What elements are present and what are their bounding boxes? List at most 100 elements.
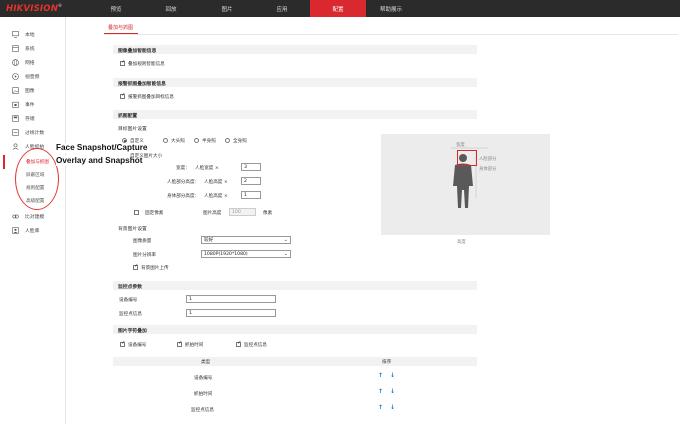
top-bar: HIKVISION® 预览 回放 图片 应用 配置 帮助展示 [0, 0, 680, 17]
sidebar-item-comparison-modeling[interactable]: 比对建模 [12, 211, 44, 222]
overlay-rule-info-checkbox[interactable] [120, 59, 125, 66]
preview-caption-body: 身体部分 [479, 167, 497, 172]
sidebar-item-local[interactable]: 本地 [12, 29, 35, 40]
body-part-height-label: 身体部分高度: [167, 194, 197, 199]
background-upload-checkbox[interactable] [133, 263, 138, 270]
text-device-number-label: 设备编号 [128, 343, 147, 348]
nav-configuration[interactable]: 配置 [310, 0, 366, 17]
image-quality-label: 图像质量 [133, 239, 152, 244]
monitor-info-input[interactable]: 1 [186, 309, 276, 317]
calendar-icon [12, 101, 19, 108]
section-title-overlay: 图像叠加智能信息 [118, 49, 157, 54]
face-icon [12, 143, 19, 150]
move-down-arrow-icon[interactable]: ↓ [390, 404, 395, 411]
face-width-label: 人脸宽度 × [195, 166, 219, 171]
section-title-snapshot: 抓图配置 [118, 114, 138, 119]
move-up-arrow-icon[interactable]: ↑ [378, 404, 383, 411]
face-region-box [457, 150, 477, 166]
face-height-label: 人脸高度 × [204, 180, 228, 185]
section-band-alarm [113, 78, 477, 87]
face-width-input[interactable]: 3 [241, 163, 261, 171]
subsection-background-picture: 背景图片设置 [118, 227, 147, 232]
alarm-target-info-checkbox[interactable] [120, 92, 125, 99]
move-up-arrow-icon[interactable]: ↑ [378, 388, 383, 395]
chevron-down-icon: ⌄ [283, 250, 288, 257]
radio-half-body-label: 半身照 [202, 139, 216, 144]
image-quality-select[interactable]: 较好 ⌄ [201, 236, 291, 244]
table-row-type: 监控点信息 [191, 408, 214, 413]
system-icon [12, 45, 19, 52]
sidebar-item-network[interactable]: 网络 [12, 57, 35, 68]
device-number-input[interactable]: 1 [186, 295, 276, 303]
sidebar-item-storage[interactable]: 存储 [12, 113, 35, 124]
storage-icon [12, 115, 19, 122]
sidebar-item-image[interactable]: 图像 [12, 85, 35, 96]
move-down-arrow-icon[interactable]: ↓ [390, 388, 395, 395]
table-row-type: 抓拍时间 [194, 392, 213, 397]
resolution-select[interactable]: 1080P(1920*1080) ⌄ [201, 250, 291, 258]
subsection-target-picture: 目标图片设置 [118, 127, 147, 132]
text-capture-time-label: 抓拍时间 [185, 343, 204, 348]
section-title-text-overlay: 图片字符叠加 [118, 329, 147, 334]
section-title-monitor: 监控点参数 [118, 285, 142, 290]
text-monitor-info-label: 监控点信息 [244, 343, 267, 348]
section-band-text-overlay [113, 325, 477, 334]
person-icon [12, 227, 19, 234]
annotation-highlight-ellipse [15, 148, 59, 210]
sidebar-item-video-audio[interactable]: 视音频 [12, 71, 39, 82]
background-upload-label: 背景图片上传 [141, 266, 169, 271]
text-capture-time-checkbox[interactable] [177, 340, 182, 347]
section-band-monitor [113, 281, 477, 290]
move-down-arrow-icon[interactable]: ↓ [390, 372, 395, 379]
counter-icon [12, 129, 19, 136]
text-device-number-checkbox[interactable] [120, 340, 125, 347]
tab-overlay-snapshot[interactable]: 叠加与抓图 [108, 24, 133, 31]
sidebar-item-event[interactable]: 事件 [12, 99, 35, 110]
tab-divider [104, 34, 678, 35]
picture-height-label: 图片高度 [203, 211, 222, 216]
radio-custom-label: 自定义 [130, 139, 144, 144]
face-part-height-label: 人脸部分高度: [167, 180, 197, 185]
preview-caption-face: 人脸部分 [479, 157, 497, 162]
sidebar-item-face-library[interactable]: 人脸库 [12, 225, 39, 236]
nav-help[interactable]: 帮助展示 [366, 0, 416, 17]
image-icon [12, 87, 19, 94]
chevron-down-icon: ⌄ [283, 236, 288, 243]
sidebar-item-system[interactable]: 系统 [12, 43, 35, 54]
radio-headshot[interactable] [163, 138, 168, 143]
radio-half-body[interactable] [194, 138, 199, 143]
model-icon [12, 213, 19, 220]
move-up-arrow-icon[interactable]: ↑ [378, 372, 383, 379]
radio-full-body[interactable] [225, 138, 230, 143]
text-monitor-info-checkbox[interactable] [236, 340, 241, 347]
video-icon [12, 73, 19, 80]
overlay-rule-info-label: 叠加规则智能信息 [128, 62, 165, 67]
fixed-pixel-label: 固定像素 [145, 211, 164, 216]
sidebar-item-line-counting[interactable]: 过线计数 [12, 127, 44, 138]
annotation-face-snapshot: Face Snapshot/Capture [56, 143, 148, 153]
radio-custom[interactable] [122, 138, 127, 143]
preview-caption-width: 宽度 [456, 143, 465, 148]
width-label: 宽度： [176, 166, 190, 171]
globe-icon [12, 59, 19, 66]
nav-picture[interactable]: 图片 [200, 0, 254, 17]
nav-playback[interactable]: 回放 [142, 0, 200, 17]
body-height-input[interactable]: 1 [241, 191, 261, 199]
active-item-marker [3, 155, 5, 169]
nav-application[interactable]: 应用 [254, 0, 310, 17]
section-band-snapshot [113, 110, 477, 119]
radio-headshot-label: 大头照 [171, 139, 185, 144]
section-band-overlay [113, 45, 477, 54]
picture-height-input[interactable]: 100 [229, 208, 256, 216]
table-header-type: 类型 [201, 360, 211, 365]
face-height-input[interactable]: 2 [241, 177, 261, 185]
table-header [113, 357, 477, 366]
fixed-pixel-checkbox[interactable] [134, 210, 139, 215]
table-header-sort: 排序 [382, 360, 392, 365]
alarm-target-info-label: 报警抓图叠加目标信息 [128, 95, 174, 100]
nav-preview[interactable]: 预览 [90, 0, 142, 17]
preview-caption-height: 高度 [457, 240, 466, 245]
device-number-label: 设备编号 [119, 298, 138, 303]
resolution-label: 图片分辨率 [133, 253, 156, 258]
custom-size-label: 自定义图片大小 [130, 154, 163, 159]
